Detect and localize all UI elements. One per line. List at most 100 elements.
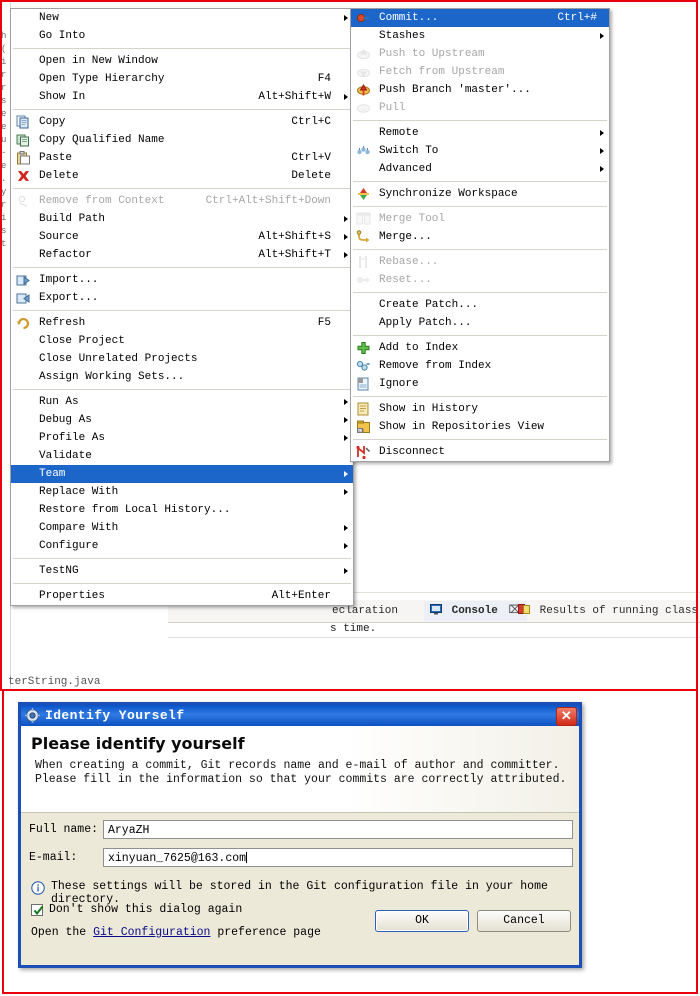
menu-item-open-type-hierarchy[interactable]: Open Type Hierarchy F4 [11, 70, 353, 88]
menu-separator [13, 558, 351, 559]
menu-item-profile-as[interactable]: Profile As [11, 429, 353, 447]
menu-item-label: Remote [379, 127, 419, 139]
identify-yourself-dialog: Identify Yourself ✕ Please identify your… [18, 702, 582, 968]
menu-item-apply-patch[interactable]: Apply Patch... [351, 314, 609, 332]
menu-item-go-into[interactable]: Go Into [11, 27, 353, 45]
copy-icon [16, 115, 31, 129]
settings-note-row: These settings will be stored in the Git… [31, 880, 573, 906]
menu-item-show-in[interactable]: Show In Alt+Shift+W [11, 88, 353, 106]
full-name-input[interactable]: AryaZH [103, 820, 573, 839]
menu-item-push-branch-master[interactable]: Push Branch 'master'... [351, 81, 609, 99]
menu-item-label: Go Into [39, 30, 86, 42]
menu-item-export[interactable]: Export... [11, 289, 353, 307]
menu-item-refresh[interactable]: Refresh F5 [11, 314, 353, 332]
submenu-arrow-icon [600, 33, 604, 39]
menu-item-close-project[interactable]: Close Project [11, 332, 353, 350]
ignore-icon [356, 377, 371, 391]
menu-item-close-unrelated-projects[interactable]: Close Unrelated Projects [11, 350, 353, 368]
menu-item-disconnect[interactable]: Disconnect [351, 443, 609, 461]
menu-item-source[interactable]: Source Alt+Shift+S [11, 228, 353, 246]
add-index-icon [356, 341, 371, 355]
menu-item-label: Validate [39, 450, 92, 462]
menu-item-label: Merge... [379, 231, 432, 243]
remove-context-icon [16, 194, 31, 208]
email-input[interactable]: xinyuan_7625@163.com [103, 848, 573, 867]
context-menu[interactable]: New Go Into Open in New Window Open Type Hi… [10, 8, 354, 606]
menu-item-label: New [39, 12, 59, 24]
menu-item-switch-to[interactable]: Switch To [351, 142, 609, 160]
merge-icon [356, 230, 371, 244]
menu-separator [353, 206, 607, 207]
full-name-label: Full name: [29, 823, 99, 836]
tab-console[interactable]: Console ⌧ [424, 601, 528, 621]
tab-label: eclaration [332, 605, 399, 617]
menu-item-compare-with[interactable]: Compare With [11, 519, 353, 537]
menu-item-debug-as[interactable]: Debug As [11, 411, 353, 429]
menu-item-restore-from-local-history[interactable]: Restore from Local History... [11, 501, 353, 519]
menu-item-label: Stashes [379, 30, 426, 42]
menu-item-shortcut: Delete [291, 170, 331, 182]
menu-item-replace-with[interactable]: Replace With [11, 483, 353, 501]
menu-item-run-as[interactable]: Run As [11, 393, 353, 411]
menu-item-merge[interactable]: Merge... [351, 228, 609, 246]
menu-item-create-patch[interactable]: Create Patch... [351, 296, 609, 314]
menu-item-shortcut: Ctrl+C [291, 116, 331, 128]
tab-label: Results of running class M [539, 605, 700, 617]
tab-label: Console [451, 605, 498, 617]
menu-item-remote[interactable]: Remote [351, 124, 609, 142]
menu-item-label: Open in New Window [39, 55, 158, 67]
menu-item-label: Profile As [39, 432, 106, 444]
menu-item-import[interactable]: Import... [11, 271, 353, 289]
commit-icon [356, 11, 371, 25]
dialog-titlebar: Identify Yourself ✕ [21, 705, 579, 726]
menu-item-label: Replace With [39, 486, 119, 498]
menu-item-synchronize-workspace[interactable]: Synchronize Workspace [351, 185, 609, 203]
menu-item-label: Close Unrelated Projects [39, 353, 198, 365]
menu-item-label: Disconnect [379, 446, 446, 458]
menu-item-show-in-repositories-view[interactable]: GIT Show in Repositories View [351, 418, 609, 436]
submenu-arrow-icon [344, 15, 348, 21]
ok-button[interactable]: OK [375, 910, 469, 932]
menu-item-copy[interactable]: Copy Ctrl+C [11, 113, 353, 131]
menu-item-assign-working-sets[interactable]: Assign Working Sets... [11, 368, 353, 386]
menu-item-refactor[interactable]: Refactor Alt+Shift+T [11, 246, 353, 264]
menu-item-configure[interactable]: Configure [11, 537, 353, 555]
submenu-arrow-icon [344, 417, 348, 423]
menu-item-label: Commit... [379, 12, 439, 24]
menu-item-testng[interactable]: TestNG [11, 562, 353, 580]
menu-item-label: Remove from Index [379, 360, 492, 372]
menu-item-validate[interactable]: Validate [11, 447, 353, 465]
cancel-button[interactable]: Cancel [477, 910, 571, 932]
menu-item-paste[interactable]: Paste Ctrl+V [11, 149, 353, 167]
menu-item-properties[interactable]: Properties Alt+Enter [11, 587, 353, 605]
menu-item-label: Open Type Hierarchy [39, 73, 165, 85]
menu-item-shortcut: Alt+Enter [271, 590, 331, 602]
menu-item-stashes[interactable]: Stashes [351, 27, 609, 45]
menu-item-new[interactable]: New [11, 9, 353, 27]
menu-item-label: Rebase... [379, 256, 439, 268]
tab-testng-results[interactable]: Results of running class M [518, 601, 700, 621]
menu-item-show-in-history[interactable]: Show in History [351, 400, 609, 418]
menu-item-remove-from-index[interactable]: Remove from Index [351, 357, 609, 375]
menu-item-team[interactable]: Team [11, 465, 353, 483]
menu-item-label: Reset... [379, 274, 432, 286]
menu-item-copy-qualified-name[interactable]: Copy Qualified Name [11, 131, 353, 149]
menu-item-label: Merge Tool [379, 213, 446, 225]
menu-item-label: Export... [39, 292, 99, 304]
menu-item-label: Import... [39, 274, 99, 286]
close-icon[interactable]: ✕ [556, 707, 577, 726]
menu-item-build-path[interactable]: Build Path [11, 210, 353, 228]
synchronize-icon [356, 187, 371, 201]
menu-item-ignore[interactable]: Ignore [351, 375, 609, 393]
menu-item-open-in-new-window[interactable]: Open in New Window [11, 52, 353, 70]
menu-item-label: Ignore [379, 378, 419, 390]
menu-item-advanced[interactable]: Advanced [351, 160, 609, 178]
menu-item-commit[interactable]: Commit... Ctrl+# [351, 9, 609, 27]
menu-item-add-to-index[interactable]: Add to Index [351, 339, 609, 357]
submenu-arrow-icon [600, 130, 604, 136]
menu-item-label: Synchronize Workspace [379, 188, 518, 200]
menu-item-shortcut: Alt+Shift+T [258, 249, 331, 261]
svg-text:GIT: GIT [358, 430, 364, 434]
team-submenu[interactable]: Commit... Ctrl+# Stashes Push to Upstream Fe… [350, 8, 610, 462]
menu-item-delete[interactable]: Delete Delete [11, 167, 353, 185]
